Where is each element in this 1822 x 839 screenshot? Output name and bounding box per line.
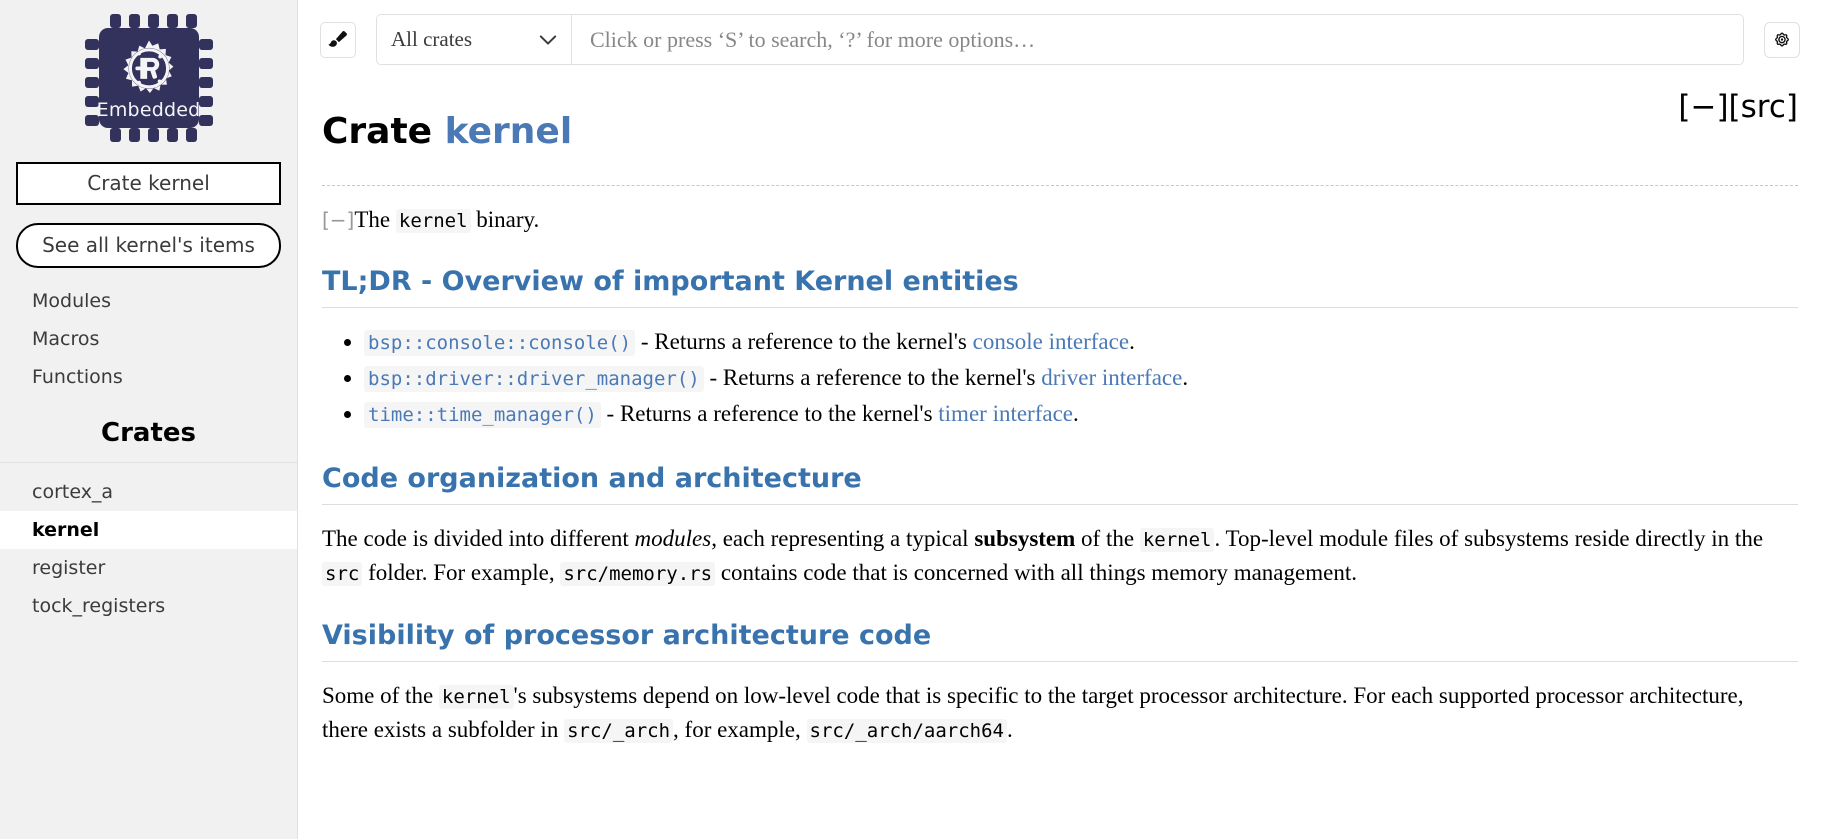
para-text: 's subsystems depend on low-level code t… [322, 682, 1744, 742]
rust-embedded-logo-icon: Embedded [83, 12, 215, 144]
para-text: folder. For example, [362, 559, 561, 585]
para-text: Some of the [322, 682, 439, 708]
main-content: All crates Crate kernel [298, 0, 1822, 839]
theme-picker-button[interactable] [320, 21, 356, 58]
logo-label: Embedded [96, 99, 201, 121]
page-title: Crate kernel [322, 111, 572, 152]
para-code-arch-aarch64: src/_arch/aarch64 [806, 718, 1007, 743]
list-item: bsp::driver::driver_manager() - Returns … [364, 360, 1798, 396]
crate-filter-select[interactable]: All crates [377, 15, 572, 64]
sidebar-link-macros[interactable]: Macros [0, 320, 297, 358]
tldr-text-mid: - Returns a reference to the kernel's [600, 401, 939, 427]
chevron-down-icon [539, 34, 557, 45]
intro-collapse-toggle[interactable]: [−] [322, 208, 354, 232]
tldr-code-link-console[interactable]: bsp::console::console() [364, 329, 636, 356]
list-item: time::time_manager() - Returns a referen… [364, 396, 1798, 432]
crate-item-kernel[interactable]: kernel [0, 511, 297, 549]
para-code-kernel: kernel [1139, 527, 1215, 552]
tldr-doc-link-driver-interface[interactable]: driver interface [1041, 365, 1182, 390]
sidebar-link-functions[interactable]: Functions [0, 358, 297, 396]
header-links: [−][src] [1678, 87, 1798, 125]
section-heading-visibility: Visibility of processor architecture cod… [322, 620, 1798, 662]
page-header: Crate kernel [−][src] [322, 87, 1798, 186]
rust-gear-icon [122, 40, 173, 94]
tldr-text-mid: - Returns a reference to the kernel's [703, 365, 1042, 391]
collapse-toggle-link[interactable]: [−] [1678, 89, 1728, 125]
page-title-crate: kernel [444, 111, 573, 153]
logo-container: Embedded [0, 0, 297, 154]
para-text: , for example, [673, 716, 807, 742]
section-heading-code-organization: Code organization and architecture [322, 463, 1798, 505]
tldr-text-end: . [1129, 328, 1135, 354]
sidebar-link-modules[interactable]: Modules [0, 282, 297, 320]
crate-filter-value: All crates [391, 27, 473, 51]
gear-icon [1774, 32, 1790, 47]
tldr-text-end: . [1182, 365, 1189, 391]
search-input[interactable] [572, 15, 1743, 64]
para-text: , each representing a typical [711, 525, 975, 551]
see-all-items-link[interactable]: See all kernel's items [42, 233, 255, 257]
page-title-prefix: Crate [322, 111, 433, 153]
rustdoc-page: Embedded Crate kernel See all kernel's i… [0, 0, 1822, 839]
tldr-doc-link-timer-interface[interactable]: timer interface [938, 401, 1073, 426]
para-emphasis: modules [634, 525, 712, 551]
section-heading-code-organization-link[interactable]: Code organization and architecture [322, 463, 862, 494]
sidebar: Embedded Crate kernel See all kernel's i… [0, 0, 298, 839]
tldr-doc-link-console-interface[interactable]: console interface [973, 329, 1129, 354]
sidebar-crate-title[interactable]: Crate kernel [16, 162, 281, 205]
para-text: . [1006, 716, 1013, 742]
settings-button[interactable] [1764, 21, 1800, 58]
para-text: contains code that is concerned with all… [715, 559, 1357, 585]
section-heading-tldr: TL;DR - Overview of important Kernel ent… [322, 266, 1798, 308]
doc-intro: [−]The kernel binary. [322, 204, 1798, 236]
para-code-src: src [322, 561, 363, 586]
crate-item-tock-registers[interactable]: tock_registers [0, 587, 297, 625]
crate-item-register[interactable]: register [0, 549, 297, 587]
paragraph-code-organization: The code is divided into different modul… [322, 522, 1782, 590]
intro-code: kernel [395, 208, 471, 233]
section-heading-visibility-link[interactable]: Visibility of processor architecture cod… [322, 620, 931, 651]
section-heading-tldr-link[interactable]: TL;DR - Overview of important Kernel ent… [322, 266, 1019, 297]
para-text: of the [1075, 525, 1140, 551]
para-code-arch: src/_arch [564, 718, 674, 743]
doc-content: Crate kernel [−][src] [−]The kernel bina… [298, 65, 1822, 747]
tldr-text-end: . [1073, 401, 1079, 427]
crate-item-cortex-a[interactable]: cortex_a [0, 473, 297, 511]
list-item: bsp::console::console() - Returns a refe… [364, 324, 1798, 360]
para-text: . Top-level module files of subsystems r… [1214, 525, 1764, 551]
tldr-list: bsp::console::console() - Returns a refe… [322, 324, 1798, 433]
sidebar-crate-title-link[interactable]: Crate kernel [87, 171, 210, 195]
intro-text-before: The [354, 206, 396, 232]
paintbrush-icon [328, 30, 347, 47]
tldr-text-mid: - Returns a reference to the kernel's [635, 328, 973, 354]
intro-text-after: binary. [470, 206, 540, 232]
para-code-kernel: kernel [438, 684, 514, 709]
search-bar: All crates [376, 14, 1744, 65]
tldr-code-link-time-manager[interactable]: time::time_manager() [364, 402, 601, 429]
crates-heading: Crates [0, 418, 297, 463]
para-code-memory-rs: src/memory.rs [560, 561, 716, 586]
toolbar: All crates [298, 0, 1822, 65]
src-link[interactable]: [src] [1729, 89, 1798, 125]
sidebar-nav-list: Modules Macros Functions [0, 282, 297, 396]
paragraph-visibility: Some of the kernel's subsystems depend o… [322, 679, 1782, 747]
para-text: The code is divided into different [322, 525, 635, 551]
tldr-code-link-driver-manager[interactable]: bsp::driver::driver_manager() [364, 366, 704, 393]
para-strong: subsystem [974, 525, 1076, 551]
crates-list: cortex_a kernel register tock_registers [0, 473, 297, 625]
see-all-items-button[interactable]: See all kernel's items [16, 223, 281, 268]
